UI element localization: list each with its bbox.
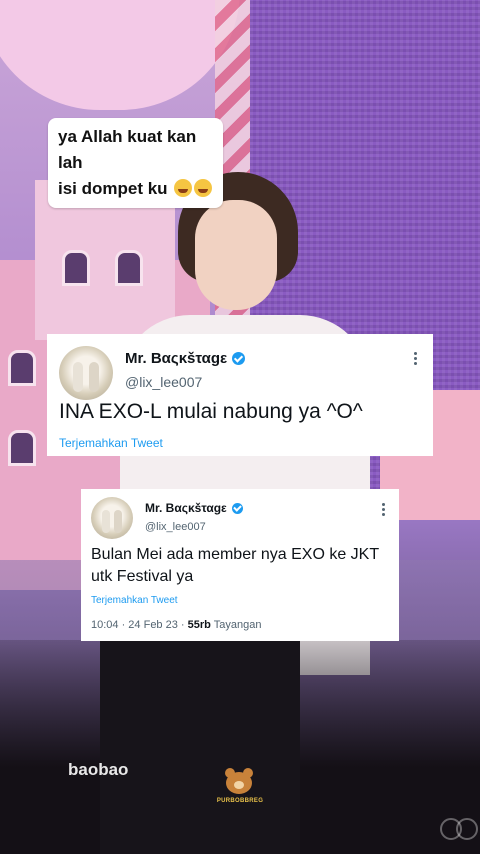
loudly-crying-face-icon: [194, 179, 213, 197]
loudly-crying-face-icon: [174, 179, 193, 197]
tweet-timestamp: 10:04 · 24 Feb 23 ·: [91, 619, 185, 631]
avatar[interactable]: [59, 346, 113, 400]
more-vertical-icon[interactable]: [414, 352, 417, 365]
tweet-handle[interactable]: @lix_lee007: [145, 521, 206, 533]
caption-bubble: ya Allah kuat kan lah isi dompet ku: [48, 118, 223, 208]
caption-line-2-text: isi dompet ku: [58, 179, 168, 198]
tweet-author-name[interactable]: Mr. Bαςκšταgε: [145, 501, 243, 515]
translate-tweet-link[interactable]: Terjemahkan Tweet: [59, 436, 163, 450]
tweet-card[interactable]: Mr. Bαςκšταgε @lix_lee007 INA EXO-L mula…: [47, 334, 433, 456]
rings-decoration: [440, 812, 480, 842]
window-decoration: [8, 430, 36, 466]
tweet-card[interactable]: Mr. Bαςκšταgε @lix_lee007 Bulan Mei ada …: [81, 489, 399, 641]
window-decoration: [8, 350, 36, 386]
tweet-meta: 10:04 · 24 Feb 23 · 55rb Tayangan: [91, 619, 261, 631]
author-name-text: Mr. Bαςκšταgε: [125, 350, 228, 367]
performer-pants: [100, 640, 300, 854]
views-label: Tayangan: [213, 619, 262, 631]
tweet-text: Bulan Mei ada member nya EXO ke JKT utk …: [91, 546, 379, 585]
author-name-text: Mr. Bαςκšταgε: [145, 501, 227, 515]
tweet-handle[interactable]: @lix_lee007: [125, 374, 202, 390]
translate-tweet-link[interactable]: Terjemahkan Tweet: [91, 595, 178, 606]
tweet-text: INA EXO-L mulai nabung ya ^O^: [59, 400, 363, 423]
more-vertical-icon[interactable]: [382, 503, 385, 516]
verified-badge-icon: [232, 352, 246, 365]
window-decoration: [115, 250, 143, 286]
watermark-text: baobao: [68, 760, 129, 779]
logo-text: PURBOBBREG: [216, 798, 264, 804]
tweet-author-name[interactable]: Mr. Bαςκšταgε: [125, 350, 246, 367]
caption-line-1: ya Allah kuat kan lah: [58, 127, 197, 172]
verified-badge-icon: [231, 503, 243, 514]
views-count: 55rb: [187, 619, 211, 631]
avatar[interactable]: [91, 497, 133, 539]
caption-line-2: isi dompet ku: [58, 176, 213, 202]
bear-logo-icon: [222, 766, 256, 796]
window-decoration: [62, 250, 90, 286]
performer-face: [195, 200, 277, 310]
